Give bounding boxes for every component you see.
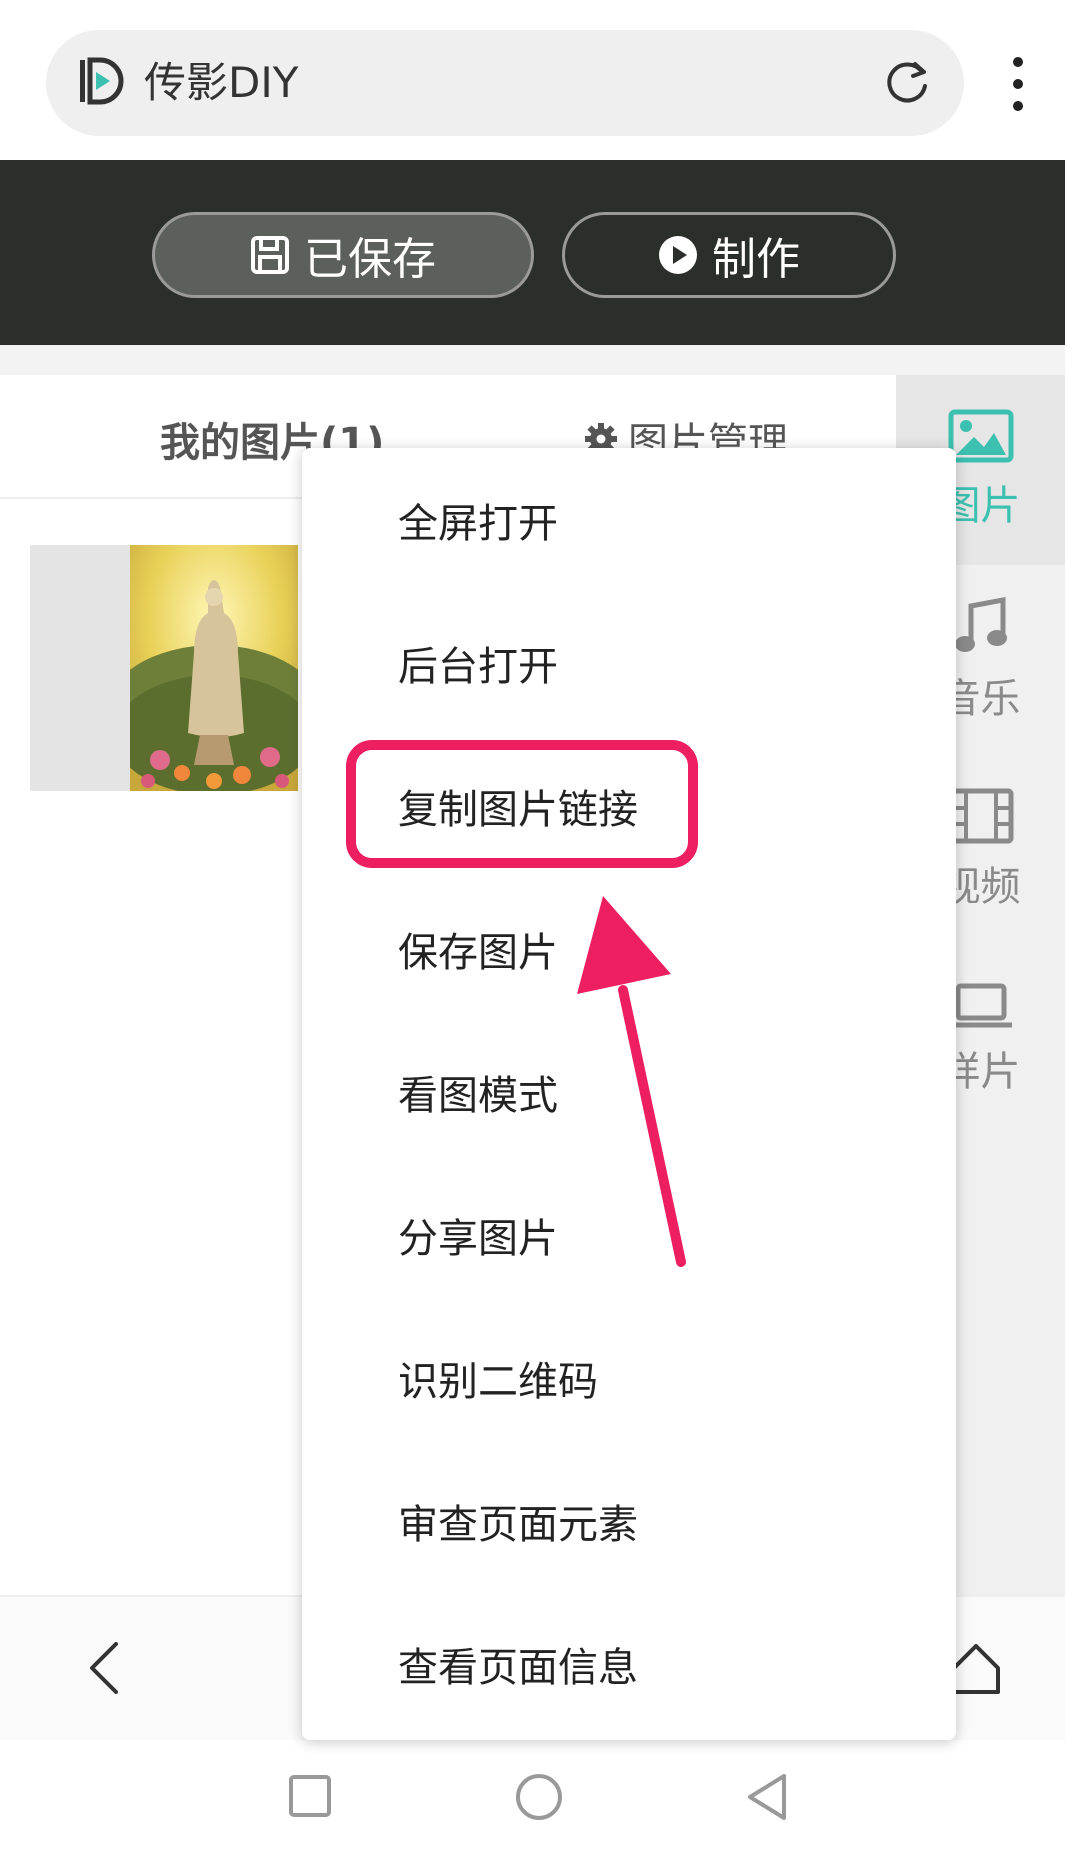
make-button[interactable]: 制作 [562,212,896,298]
site-logo-icon [80,57,124,105]
system-back-icon[interactable] [744,1772,790,1822]
editor-toolbar: 已保存 制作 [0,160,1065,345]
menu-item-scan-qr[interactable]: 识别二维码 [302,1306,956,1449]
home-icon[interactable] [948,1640,1004,1696]
menu-item-background-open[interactable]: 后台打开 [302,591,956,734]
kebab-menu-icon[interactable] [1006,54,1030,114]
music-icon [954,596,1007,652]
laptop-icon [949,983,1012,1028]
play-icon [659,236,697,274]
save-icon [251,236,289,274]
saved-label: 已保存 [304,234,436,285]
site-title[interactable]: 传影DIY [144,58,298,108]
guanyin-image [130,545,298,791]
picture-thumbnail[interactable] [30,545,298,791]
image-icon [948,409,1013,463]
divider-strip [0,345,1065,375]
saved-button[interactable]: 已保存 [152,212,534,298]
menu-item-page-info[interactable]: 查看页面信息 [302,1592,956,1735]
system-home-icon[interactable] [514,1772,564,1822]
menu-item-inspect-element[interactable]: 审查页面元素 [302,1449,956,1592]
menu-item-fullscreen-open[interactable]: 全屏打开 [302,448,956,591]
film-icon [948,788,1013,844]
recent-apps-icon[interactable] [288,1774,332,1818]
back-arrow-icon[interactable] [84,1640,124,1696]
annotation-arrow-icon [577,896,686,1267]
highlight-box [346,740,698,868]
reload-icon[interactable] [882,58,932,108]
make-label: 制作 [712,234,800,285]
